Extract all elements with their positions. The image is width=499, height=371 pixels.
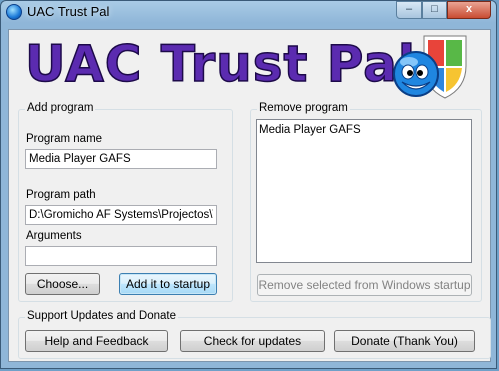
help-feedback-button[interactable]: Help and Feedback — [25, 330, 168, 352]
program-name-input[interactable] — [25, 149, 217, 169]
smiley-shield-logo-icon — [393, 35, 467, 99]
check-updates-button[interactable]: Check for updates — [180, 330, 325, 352]
list-item[interactable]: Media Player GAFS — [259, 123, 469, 137]
support-group-label: Support Updates and Donate — [25, 310, 178, 322]
add-program-group-label: Add program — [25, 102, 96, 114]
choose-button[interactable]: Choose... — [25, 273, 100, 295]
title-bar[interactable]: UAC Trust Pal – □ x — [1, 1, 496, 23]
close-button[interactable]: x — [447, 1, 491, 19]
minimize-icon: – — [405, 3, 413, 15]
startup-programs-list[interactable]: Media Player GAFS — [256, 119, 472, 263]
app-logo-text: UAC Trust Pal — [24, 35, 416, 93]
close-icon: x — [465, 3, 473, 15]
maximize-button[interactable]: □ — [422, 1, 447, 19]
program-path-label: Program path — [26, 189, 96, 201]
app-icon[interactable] — [6, 4, 22, 20]
program-path-input[interactable] — [25, 205, 217, 225]
arguments-input[interactable] — [25, 246, 217, 266]
remove-from-startup-button[interactable]: Remove selected from Windows startup — [257, 274, 472, 296]
add-to-startup-button[interactable]: Add it to startup — [119, 273, 217, 295]
smiley-face-icon — [393, 51, 439, 97]
remove-program-group-label: Remove program — [257, 102, 350, 114]
arguments-label: Arguments — [26, 230, 82, 242]
donate-button[interactable]: Donate (Thank You) — [334, 330, 475, 352]
app-window: UAC Trust Pal – □ x UAC Trust Pal Add pr… — [0, 0, 497, 369]
maximize-icon: □ — [431, 3, 438, 15]
window-title: UAC Trust Pal — [27, 4, 110, 19]
client-area: UAC Trust Pal Add program Program name M… — [8, 29, 491, 362]
program-name-label: Program name — [26, 133, 103, 145]
minimize-button[interactable]: – — [396, 1, 422, 19]
